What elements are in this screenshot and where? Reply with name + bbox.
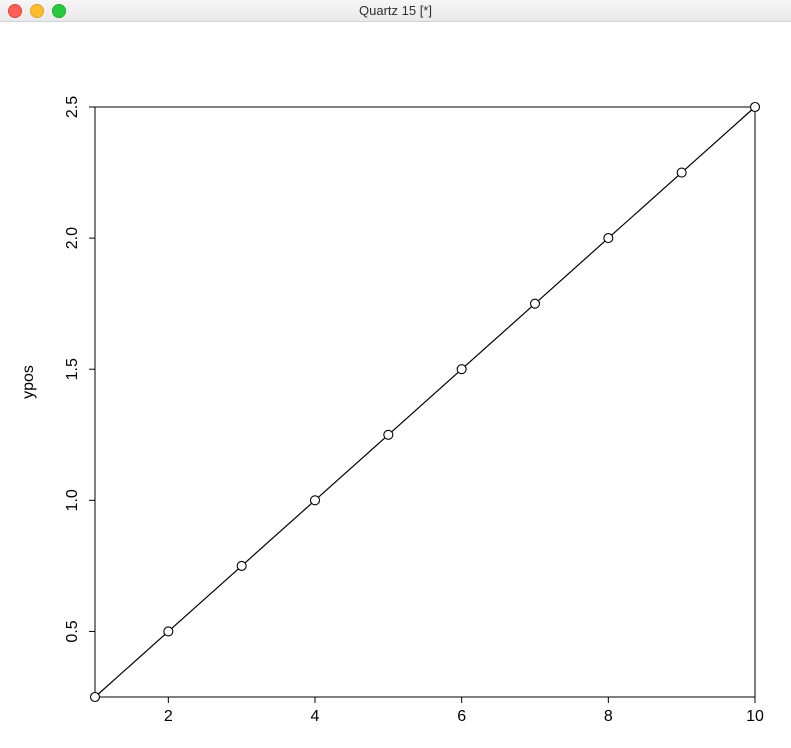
plot-area: ypos 2 4 6 8 10 0.5 1.0 1.5 2.0 2.5 [0, 22, 791, 742]
data-point [91, 693, 100, 702]
data-point [751, 103, 760, 112]
close-icon[interactable] [8, 4, 22, 18]
data-point [531, 299, 540, 308]
y-tick-label: 2.5 [64, 96, 81, 118]
y-axis-label: ypos [20, 365, 38, 399]
x-tick-label: 4 [311, 708, 320, 725]
data-point [164, 627, 173, 636]
series-segment [392, 372, 459, 432]
x-tick-label: 8 [604, 708, 613, 725]
series-segment [612, 176, 679, 236]
y-tick-label: 0.5 [64, 620, 81, 642]
y-tick-label: 1.5 [64, 358, 81, 380]
series-segment [465, 307, 532, 367]
series-segment [685, 110, 752, 170]
series-segment [172, 569, 239, 629]
data-point [677, 168, 686, 177]
data-point [604, 234, 613, 243]
data-point [311, 496, 320, 505]
series-segment [245, 503, 312, 563]
chart-svg: 2 4 6 8 10 0.5 1.0 1.5 2.0 2.5 [0, 22, 791, 742]
window-title: Quartz 15 [*] [0, 3, 791, 18]
y-tick-label: 2.0 [64, 227, 81, 249]
zoom-icon[interactable] [52, 4, 66, 18]
series-segment [98, 634, 165, 694]
x-tick-label: 6 [457, 708, 466, 725]
window-titlebar: Quartz 15 [*] [0, 0, 791, 22]
minimize-icon[interactable] [30, 4, 44, 18]
y-tick-label: 1.0 [64, 489, 81, 511]
x-tick-label: 10 [746, 708, 764, 725]
series-segment [538, 241, 605, 301]
traffic-lights [8, 4, 66, 18]
series-segment [318, 438, 385, 498]
data-point [237, 561, 246, 570]
x-tick-label: 2 [164, 708, 173, 725]
data-point [457, 365, 466, 374]
data-point [384, 430, 393, 439]
